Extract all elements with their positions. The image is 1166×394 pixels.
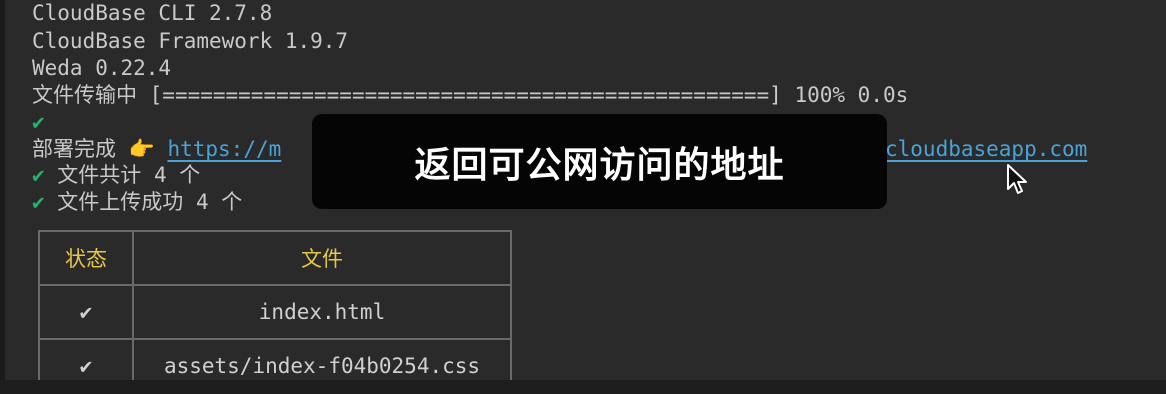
- table-row: ✔ index.html: [38, 284, 512, 340]
- check-icon: ✔: [32, 190, 45, 214]
- deploy-label: 部署完成: [32, 137, 129, 161]
- file-status-table: 状态 文件 ✔ index.html ✔ assets/index-f04b02…: [38, 230, 512, 380]
- transfer-progress-bar: [=======================================…: [149, 83, 782, 107]
- weda-version-line: Weda 0.22.4: [32, 56, 172, 80]
- file-name-cell: assets/index-f04b0254.css: [132, 338, 512, 380]
- video-caption-overlay: 返回可公网访问的地址: [312, 114, 887, 209]
- status-check-icon: ✔: [38, 338, 134, 380]
- file-name-cell: index.html: [132, 284, 512, 340]
- check-icon: ✔: [32, 110, 45, 134]
- transfer-label: 文件传输中: [32, 83, 150, 107]
- files-uploaded-line: ✔ 文件上传成功 4 个: [32, 189, 242, 215]
- deploy-line: 部署完成 👉 https://m: [32, 136, 281, 162]
- pointing-hand-icon: 👉: [128, 137, 155, 161]
- status-column-header: 状态: [38, 230, 134, 286]
- files-uploaded-text: 文件上传成功 4 个: [44, 190, 243, 214]
- transfer-progress-line: 文件传输中 [=================================…: [32, 82, 908, 108]
- table-header-row: 状态 文件: [38, 230, 512, 286]
- framework-version-line: CloudBase Framework 1.9.7: [32, 29, 349, 53]
- caption-text: 返回可公网访问的地址: [414, 144, 785, 186]
- files-total-line: ✔ 文件共计 4 个: [32, 162, 200, 188]
- deploy-url-link-tail[interactable]: cloudbaseapp.com: [885, 136, 1087, 162]
- status-check-icon: ✔: [38, 284, 134, 340]
- table-row: ✔ assets/index-f04b0254.css: [38, 338, 512, 380]
- terminal-left-border: [0, 0, 5, 380]
- files-total-text: 文件共计 4 个: [44, 163, 201, 187]
- transfer-stats: 100% 0.0s: [781, 83, 909, 107]
- deploy-url-link[interactable]: https://m: [167, 137, 281, 161]
- check-icon: ✔: [32, 163, 45, 187]
- cli-version-line: CloudBase CLI 2.7.8: [32, 1, 273, 25]
- mouse-pointer-icon: [1007, 164, 1027, 194]
- file-column-header: 文件: [132, 230, 512, 286]
